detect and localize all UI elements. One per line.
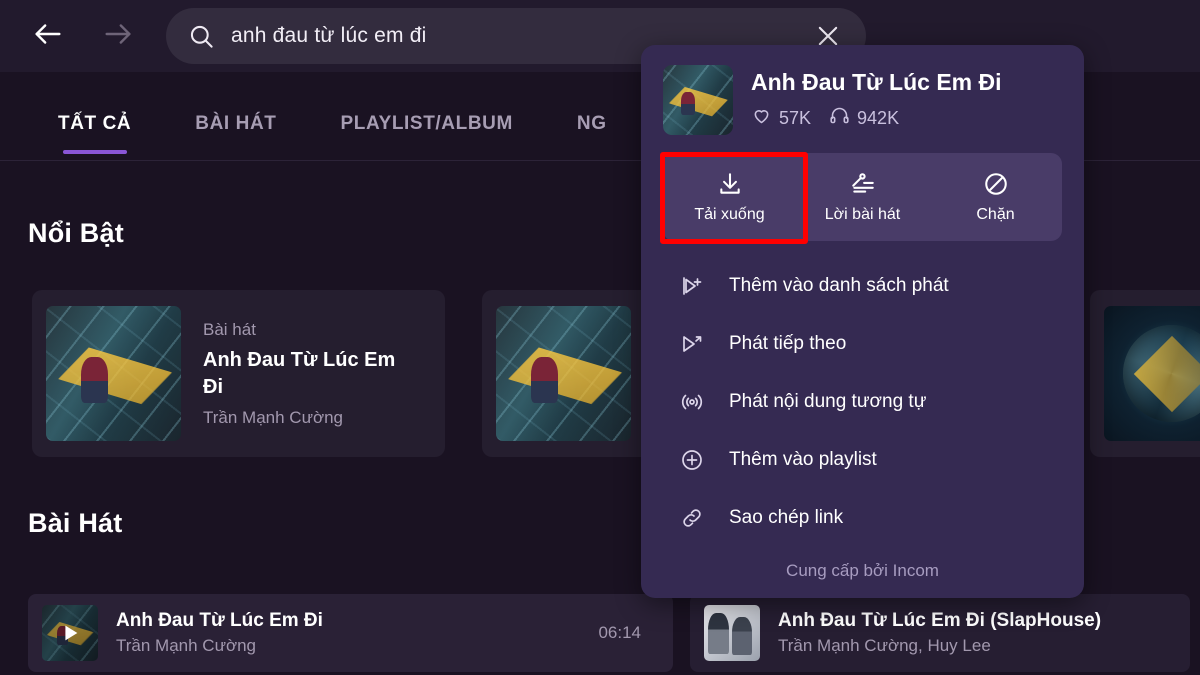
block-label: Chặn [976, 205, 1015, 223]
play-next-icon [677, 332, 707, 356]
like-count-value: 57K [779, 107, 812, 128]
song-artist: Trần Mạnh Cường [116, 636, 257, 655]
headphones-icon [829, 105, 850, 131]
quick-action-strip: Tải xuống Lời bài hát Chặn [663, 153, 1062, 241]
menu-item-play-similar[interactable]: Phát nội dung tương tự [641, 373, 1084, 431]
tab-tat-ca[interactable]: TẤT CẢ [58, 95, 132, 154]
context-menu-list: Thêm vào danh sách phát Phát tiếp theo P… [641, 257, 1084, 547]
menu-item-add-to-playlist[interactable]: Thêm vào playlist [641, 431, 1084, 489]
heart-icon [751, 105, 772, 131]
context-menu-header: Anh Đau Từ Lúc Em Đi 57K 942K [641, 45, 1084, 135]
album-art [663, 65, 733, 135]
block-icon [983, 171, 1009, 197]
forward-button[interactable] [94, 12, 142, 60]
arrow-right-icon [101, 17, 135, 56]
plus-circle-icon [677, 448, 707, 472]
lyrics-icon [850, 171, 876, 197]
listen-count-value: 942K [857, 107, 900, 128]
menu-item-label: Phát tiếp theo [729, 333, 847, 354]
lyrics-label: Lời bài hát [824, 205, 901, 223]
featured-card-name: Anh Đau Từ Lúc Em Đi [203, 348, 396, 398]
tab-label: PLAYLIST/ALBUM [340, 113, 513, 134]
menu-item-label: Phát nội dung tương tự [729, 391, 927, 412]
menu-item-label: Thêm vào danh sách phát [729, 275, 949, 296]
tab-bai-hat[interactable]: BÀI HÁT [195, 95, 276, 135]
song-title: Anh Đau Từ Lúc Em Đi (SlapHouse) [778, 610, 1102, 631]
album-art [1104, 306, 1200, 441]
song-duration: 06:14 [598, 623, 641, 642]
play-icon[interactable] [42, 605, 98, 661]
block-button[interactable]: Chặn [929, 153, 1062, 241]
menu-item-label: Sao chép link [729, 507, 844, 528]
tab-nghe-si[interactable]: NG [577, 95, 607, 135]
featured-card-kind: Bài hát [203, 319, 256, 339]
add-to-queue-icon [677, 274, 707, 298]
link-icon [677, 506, 707, 530]
tab-playlist-album[interactable]: PLAYLIST/ALBUM [341, 95, 513, 135]
featured-card-partial[interactable]: Album Anh Đ Em Đi Trần M [1090, 290, 1200, 457]
song-context-menu: Anh Đau Từ Lúc Em Đi 57K 942K Tải xuống … [641, 45, 1084, 598]
song-title: Anh Đau Từ Lúc Em Đi [116, 610, 323, 631]
tab-label: NG [576, 113, 607, 134]
songs-section-title: Bài Hát [28, 508, 123, 538]
featured-section-title: Nổi Bật [28, 218, 124, 248]
menu-item-label: Thêm vào playlist [729, 449, 877, 470]
album-art [42, 605, 98, 661]
search-icon [188, 23, 215, 50]
tab-active-indicator [62, 150, 127, 154]
radio-icon [677, 390, 707, 414]
album-art [46, 306, 181, 441]
album-art [496, 306, 631, 441]
featured-card-artist: Trần Mạnh Cường [203, 407, 344, 427]
menu-item-play-next[interactable]: Phát tiếp theo [641, 315, 1084, 373]
download-icon [717, 171, 743, 197]
menu-item-copy-link[interactable]: Sao chép link [641, 489, 1084, 547]
search-input[interactable]: anh đau từ lúc em đi [231, 24, 427, 48]
tab-label: BÀI HÁT [195, 113, 277, 134]
lyrics-button[interactable]: Lời bài hát [796, 153, 929, 241]
album-art [704, 605, 760, 661]
download-button[interactable]: Tải xuống [663, 153, 796, 241]
menu-item-add-to-queue[interactable]: Thêm vào danh sách phát [641, 257, 1084, 315]
context-menu-footer: Cung cấp bởi Incom [786, 561, 939, 580]
context-song-title: Anh Đau Từ Lúc Em Đi [751, 69, 1002, 95]
download-label: Tải xuống [694, 205, 765, 223]
music-search-page: anh đau từ lúc em đi TẤT CẢ BÀI HÁT PLAY… [0, 0, 1200, 675]
like-count: 57K [751, 105, 811, 131]
back-button[interactable] [24, 12, 72, 60]
listen-count: 942K [829, 105, 899, 131]
arrow-left-icon [31, 17, 65, 56]
song-artist: Trần Mạnh Cường, Huy Lee [778, 636, 991, 655]
tab-label: TẤT CẢ [58, 113, 132, 134]
table-row[interactable]: Anh Đau Từ Lúc Em Đi (SlapHouse) Trần Mạ… [690, 594, 1190, 672]
featured-card[interactable]: Bài hát Anh Đau Từ Lúc Em Đi Trần Mạnh C… [32, 290, 445, 457]
table-row[interactable]: Anh Đau Từ Lúc Em Đi Trần Mạnh Cường 06:… [28, 594, 673, 672]
